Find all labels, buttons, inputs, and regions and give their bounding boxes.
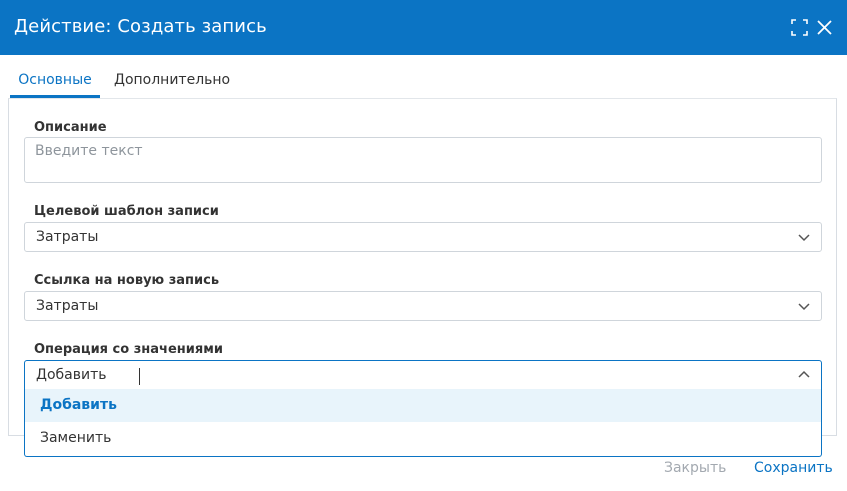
target-template-value: Затраты [36, 229, 99, 245]
option-replace[interactable]: Заменить [25, 422, 821, 455]
value-operation-dropdown: Добавить Заменить [24, 389, 822, 457]
target-template-select[interactable]: Затраты [24, 222, 822, 252]
close-button[interactable]: Закрыть [664, 460, 726, 476]
option-replace-label: Заменить [40, 430, 112, 446]
value-operation-select[interactable]: Добавить [24, 360, 822, 390]
tab-main-label: Основные [18, 72, 92, 88]
tab-main[interactable]: Основные [10, 68, 100, 98]
description-field[interactable]: Введите текст [24, 137, 822, 183]
create-record-dialog: Действие: Создать запись Основные Дополн… [0, 0, 847, 491]
chevron-down-icon [798, 303, 810, 311]
chevron-down-icon [798, 234, 810, 242]
target-template-label: Целевой шаблон записи [34, 204, 219, 219]
tab-additional-label: Дополнительно [114, 72, 231, 88]
option-add[interactable]: Добавить [25, 389, 821, 422]
dialog-title: Действие: Создать запись [14, 16, 267, 37]
close-icon[interactable] [816, 19, 833, 36]
description-placeholder: Введите текст [35, 143, 143, 159]
new-record-link-select[interactable]: Затраты [24, 291, 822, 321]
tab-additional[interactable]: Дополнительно [114, 68, 230, 98]
expand-icon[interactable] [791, 19, 808, 36]
new-record-link-value: Затраты [36, 298, 99, 314]
text-cursor [139, 368, 140, 385]
description-label: Описание [34, 120, 107, 135]
value-operation-label: Операция со значениями [34, 342, 223, 357]
dialog-titlebar: Действие: Создать запись [0, 0, 847, 55]
chevron-up-icon [798, 370, 810, 378]
value-operation-value: Добавить [36, 367, 107, 383]
save-button[interactable]: Сохранить [754, 460, 833, 476]
new-record-link-label: Ссылка на новую запись [34, 273, 220, 288]
option-add-label: Добавить [40, 397, 117, 413]
